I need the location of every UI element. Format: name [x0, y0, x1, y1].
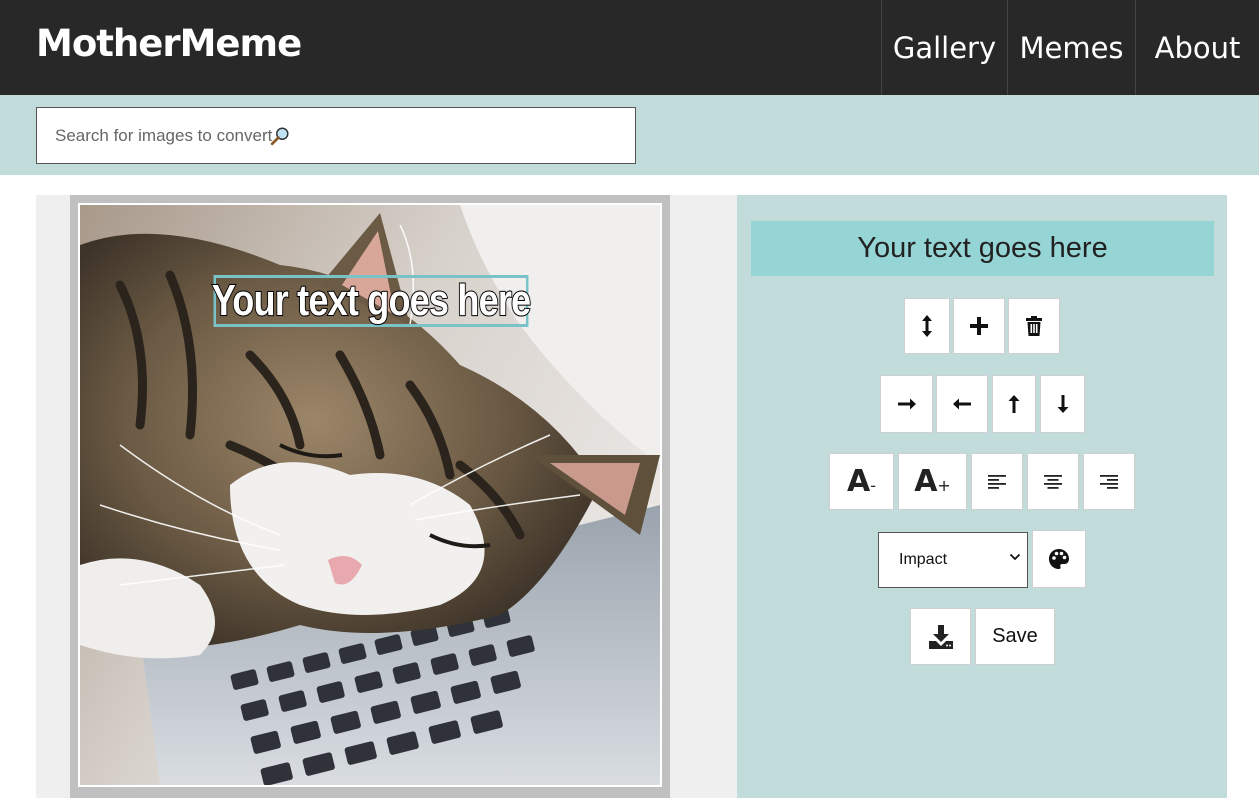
save-button-label: Save [992, 625, 1038, 647]
resize-vertical-button[interactable] [904, 298, 950, 354]
add-text-button[interactable] [953, 298, 1005, 354]
plus-icon [970, 317, 988, 335]
font-size-increase-button[interactable]: A + [898, 453, 967, 510]
site-logo[interactable]: MotherMeme [36, 22, 302, 65]
nav-memes[interactable]: Memes [1007, 0, 1135, 95]
font-increase-label: A [914, 464, 938, 499]
delete-text-button[interactable] [1008, 298, 1060, 354]
save-button[interactable]: Save [975, 608, 1055, 665]
font-increase-suffix: + [937, 476, 951, 495]
meme-text-box[interactable]: Your text goes here [211, 275, 532, 327]
nav-about[interactable]: About [1135, 0, 1259, 95]
arrow-up-icon [1008, 395, 1020, 413]
search-band [0, 95, 1259, 175]
magnifier-icon [270, 126, 289, 145]
search-input[interactable] [55, 125, 275, 146]
meme-text-input[interactable] [751, 221, 1214, 276]
palette-icon [1049, 549, 1069, 569]
font-decrease-label: A [847, 464, 871, 499]
move-up-button[interactable] [992, 375, 1036, 433]
chevron-down-icon [1009, 553, 1021, 561]
font-select-value: Impact [899, 551, 948, 568]
align-right-icon [1100, 474, 1118, 489]
nav-gallery[interactable]: Gallery [881, 0, 1007, 95]
font-family-select[interactable]: Impact [878, 532, 1028, 588]
main-nav: Gallery Memes About [881, 0, 1259, 95]
move-down-button[interactable] [1040, 375, 1085, 433]
arrow-down-icon [1057, 395, 1068, 413]
align-right-button[interactable] [1083, 453, 1135, 510]
editor-panel: A- A+ Impact [737, 195, 1227, 798]
align-left-button[interactable] [971, 453, 1023, 510]
color-picker-button[interactable] [1032, 530, 1086, 588]
align-center-icon [1044, 474, 1062, 489]
meme-canvas[interactable]: Your text goes here [78, 203, 662, 787]
arrow-left-icon [953, 398, 971, 410]
arrow-right-icon [897, 398, 916, 410]
download-button[interactable] [910, 608, 971, 665]
trash-icon [1026, 316, 1042, 336]
download-icon [928, 624, 953, 649]
font-decrease-suffix: - [870, 476, 876, 495]
canvas-frame: Your text goes here [70, 195, 670, 798]
align-center-button[interactable] [1027, 453, 1079, 510]
font-size-decrease-button[interactable]: A- [829, 453, 894, 510]
arrows-vertical-icon [922, 315, 932, 337]
align-left-icon [988, 474, 1006, 489]
search-box[interactable] [36, 107, 636, 164]
site-header: MotherMeme Gallery Memes About [0, 0, 1259, 95]
move-left-button[interactable] [936, 375, 988, 433]
move-right-button[interactable] [880, 375, 933, 433]
workspace: Your text goes here A- [36, 195, 1227, 798]
